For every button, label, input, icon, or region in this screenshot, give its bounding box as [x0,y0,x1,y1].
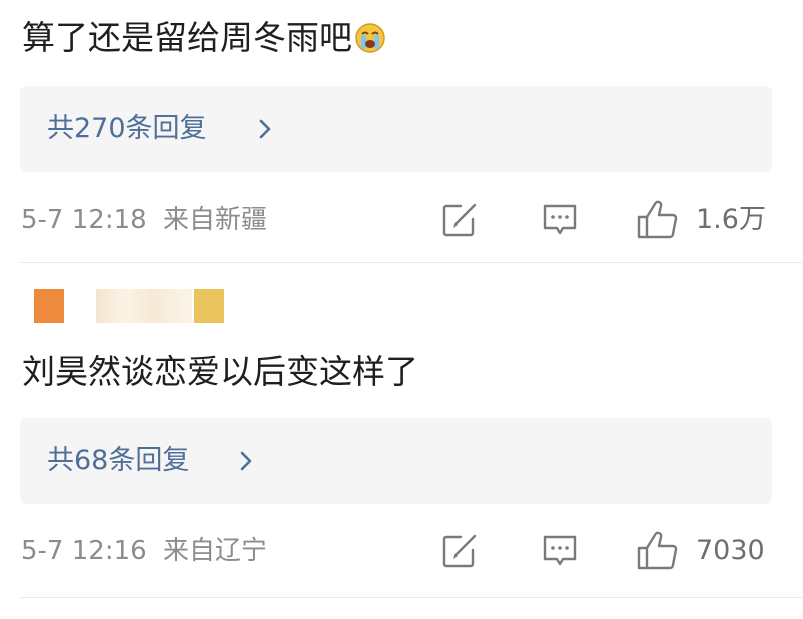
comment-user-header[interactable] [20,285,280,329]
avatar[interactable] [34,289,64,323]
comment-body: 算了还是留给周冬雨吧 [22,18,352,57]
username-blurred[interactable] [96,289,192,323]
comment-text: 刘昊然谈恋爱以后变这样了 [22,352,418,392]
user-badge [194,289,224,323]
comment-body: 刘昊然谈恋爱以后变这样了 [22,352,418,391]
share-icon[interactable] [441,533,479,569]
replies-count-label: 共68条回复 [47,445,190,476]
timestamp: 5-7 12:16 [21,536,147,566]
location: 来自新疆 [162,205,267,235]
timestamp: 5-7 12:18 [21,205,147,235]
comment-icon[interactable] [541,202,579,238]
like-count: 1.6万 [696,204,766,235]
chevron-right-icon [259,119,271,139]
comment-icon[interactable] [541,533,579,569]
timestamp-location: 5-7 12:16 来自辽宁 [21,531,267,571]
comment-text: 算了还是留给周冬雨吧 [22,18,386,58]
timestamp-location: 5-7 12:18 来自新疆 [21,200,267,240]
location: 来自辽宁 [162,536,267,566]
divider [20,262,803,263]
chevron-right-icon [240,451,252,471]
replies-link[interactable]: 共68条回复 [20,418,772,504]
divider [20,597,803,598]
comment-meta: 5-7 12:16 来自辽宁 7030 [0,531,803,571]
replies-link[interactable]: 共270条回复 [20,86,772,172]
thumbs-up-icon [637,200,678,239]
crying-face-icon [354,22,386,54]
replies-count-label: 共270条回复 [47,113,207,144]
thumbs-up-icon [637,531,678,570]
share-icon[interactable] [441,202,479,238]
like-count: 7030 [696,535,765,566]
comment-meta: 5-7 12:18 来自新疆 1.6万 [0,200,803,240]
